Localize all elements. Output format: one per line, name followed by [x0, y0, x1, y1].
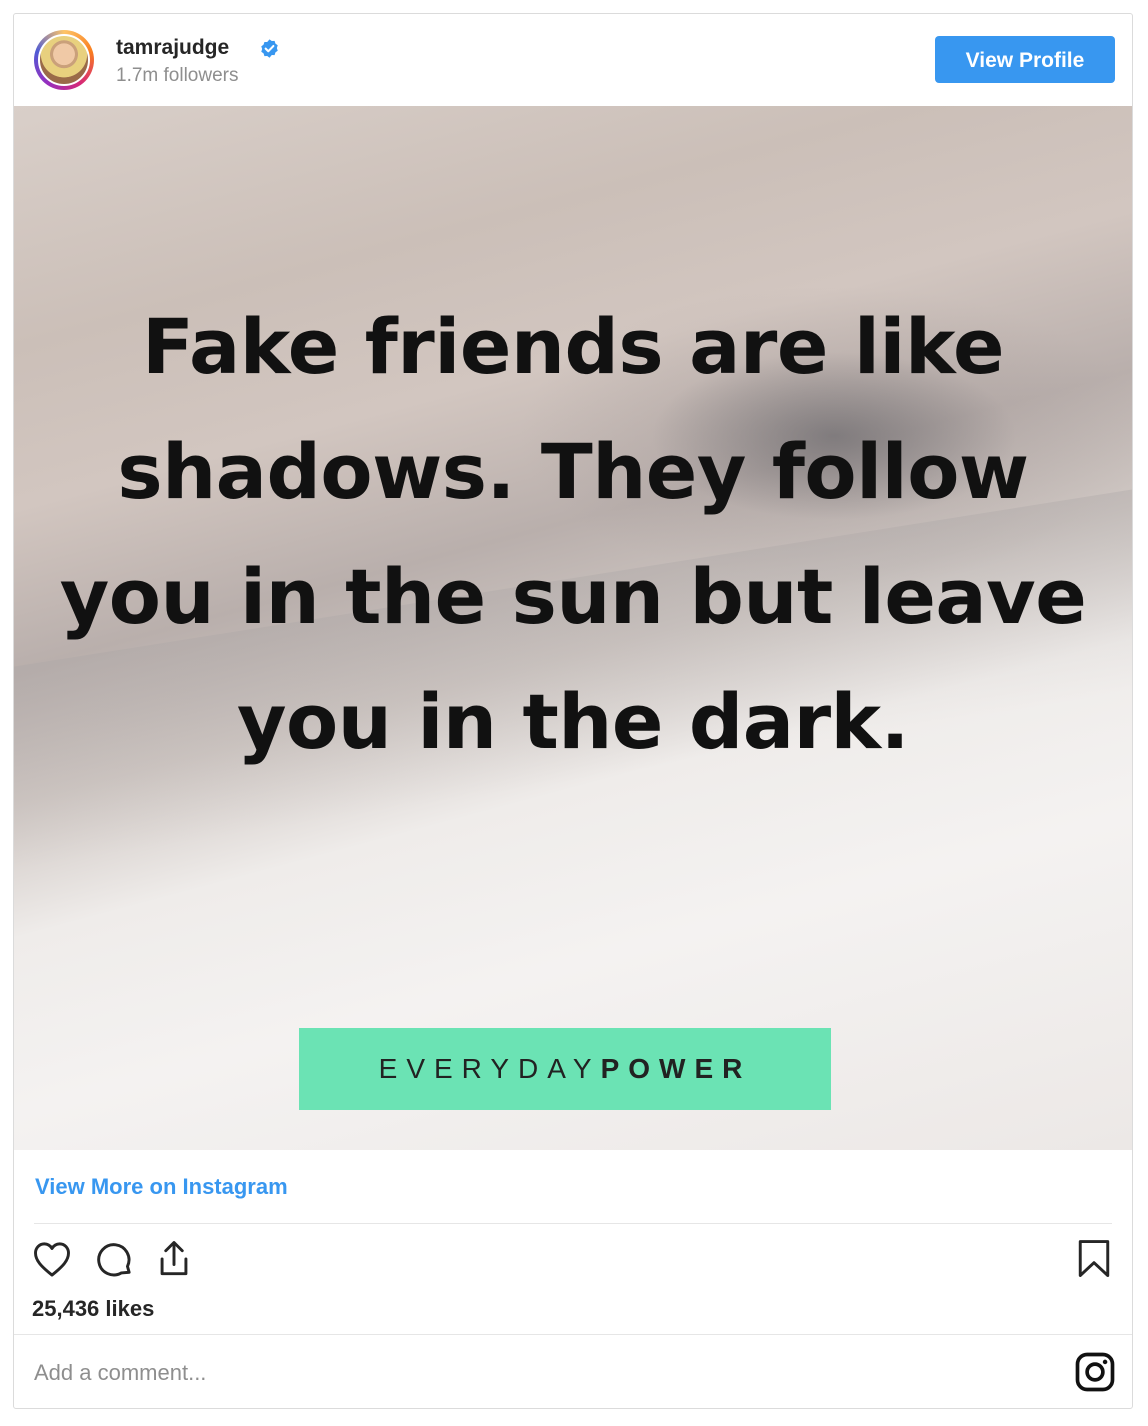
divider: [14, 1334, 1132, 1335]
quote-text: Fake friends are like shadows. They foll…: [59, 302, 1087, 766]
like-count[interactable]: 25,436 likes: [32, 1296, 154, 1322]
divider: [34, 1223, 1112, 1224]
instagram-logo-icon[interactable]: [1074, 1351, 1116, 1393]
post-image[interactable]: Fake friends are like shadows. They foll…: [14, 106, 1132, 1150]
avatar[interactable]: [34, 30, 94, 90]
comment-icon[interactable]: [92, 1237, 136, 1281]
brand-banner: EVERYDAYPOWER: [299, 1028, 831, 1110]
brand-text-light: EVERYDAY: [378, 1053, 601, 1084]
verified-badge-icon: [261, 39, 278, 58]
view-profile-button[interactable]: View Profile: [935, 36, 1115, 83]
avatar-image: [38, 34, 90, 86]
comment-input[interactable]: [32, 1350, 1036, 1396]
bookmark-icon[interactable]: [1072, 1237, 1116, 1281]
view-more-link[interactable]: View More on Instagram: [35, 1174, 288, 1200]
brand-text-bold: POWER: [600, 1053, 752, 1084]
instagram-embed-card: tamrajudge 1.7m followers View Profile F…: [13, 13, 1133, 1409]
username[interactable]: tamrajudge: [116, 36, 229, 60]
follower-count: 1.7m followers: [116, 65, 239, 86]
post-header: tamrajudge 1.7m followers View Profile: [14, 14, 1132, 106]
share-icon[interactable]: [152, 1237, 196, 1281]
heart-icon[interactable]: [30, 1237, 74, 1281]
